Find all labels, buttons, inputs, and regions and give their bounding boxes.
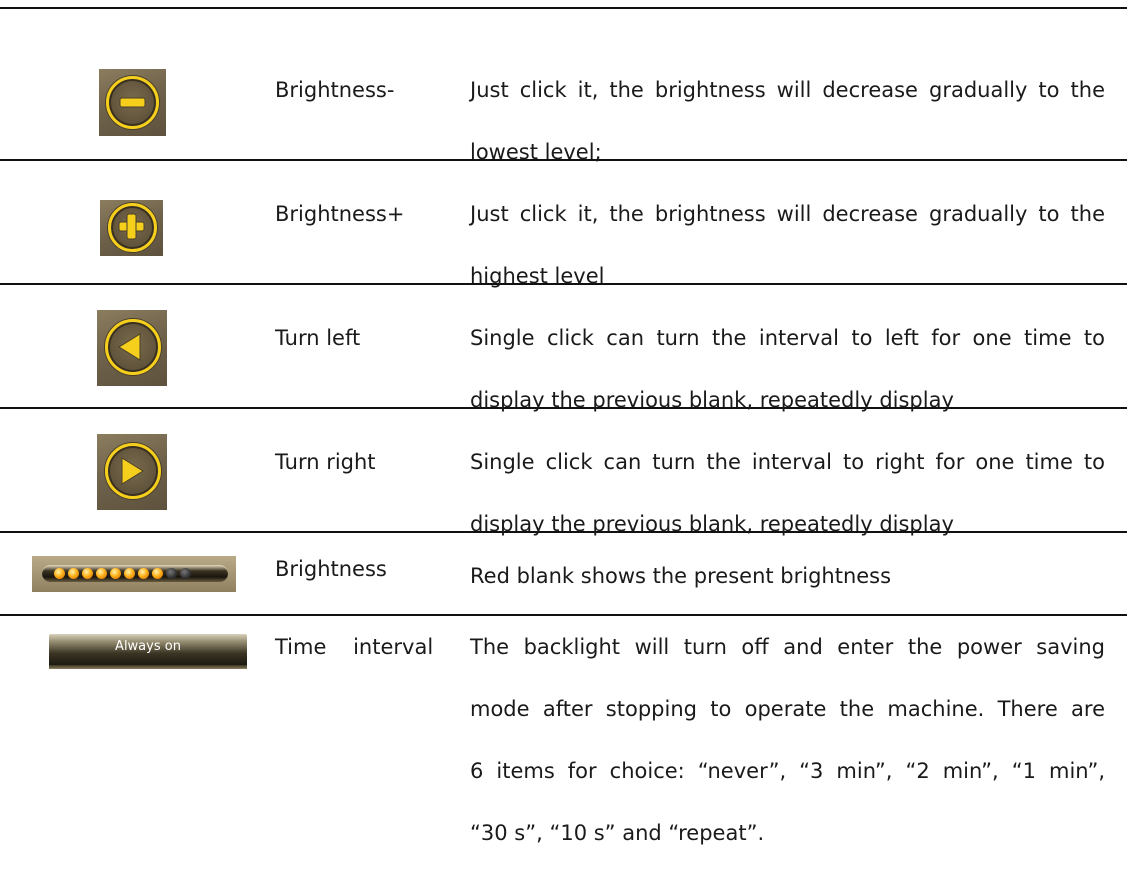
function-description: Single click can turn the interval to le… bbox=[470, 322, 1105, 446]
description-line: Single click can turn the interval to le… bbox=[470, 326, 1105, 350]
description-line: highest level bbox=[470, 264, 605, 288]
description-line: mode after stopping to operate the machi… bbox=[470, 697, 1105, 721]
function-name: Turn right bbox=[275, 450, 376, 474]
plus-circle-icon bbox=[100, 200, 163, 256]
function-name: Brightness bbox=[275, 557, 387, 581]
brightness-dot-lit bbox=[152, 568, 163, 579]
time-interval-bar: Always on bbox=[49, 634, 247, 669]
brightness-dot-lit bbox=[54, 568, 65, 579]
function-description: The backlight will turn off and enter th… bbox=[470, 631, 1105, 879]
description-line: Just click it, the brightness will decre… bbox=[470, 78, 1105, 102]
brightness-dot-off bbox=[166, 568, 177, 579]
brightness-dot-lit bbox=[96, 568, 107, 579]
brightness-dot-lit bbox=[82, 568, 93, 579]
table-top-rule bbox=[0, 7, 1127, 9]
description-line: Single click can turn the interval to ri… bbox=[470, 450, 1105, 474]
description-line: Red blank shows the present brightness bbox=[470, 564, 892, 588]
description-line: display the previous blank, repeatedly d… bbox=[470, 512, 954, 536]
function-description: Single click can turn the interval to ri… bbox=[470, 446, 1105, 570]
function-description: Just click it, the brightness will decre… bbox=[470, 198, 1105, 322]
brightness-dot-lit bbox=[68, 568, 79, 579]
description-line: Just click it, the brightness will decre… bbox=[470, 202, 1105, 226]
description-line: display the previous blank, repeatedly d… bbox=[470, 388, 954, 412]
description-line: 6 items for choice: “never”, “3 min”, “2… bbox=[470, 759, 1105, 783]
function-name: Turn left bbox=[275, 326, 361, 350]
always-on-label: Always on bbox=[115, 639, 181, 654]
brightness-dot-lit bbox=[124, 568, 135, 579]
description-line: “30 s”, “10 s” and “repeat”. bbox=[470, 821, 765, 845]
function-description: Just click it, the brightness will decre… bbox=[470, 74, 1105, 198]
function-name: Time interval bbox=[275, 635, 434, 659]
brightness-dot-off bbox=[180, 568, 191, 579]
brightness-level-bar bbox=[32, 556, 236, 592]
turn-left-icon bbox=[97, 310, 167, 386]
description-line: The backlight will turn off and enter th… bbox=[470, 635, 1105, 659]
brightness-dot-lit bbox=[138, 568, 149, 579]
turn-right-icon bbox=[97, 434, 167, 510]
minus-circle-icon bbox=[99, 69, 166, 136]
description-line: lowest level; bbox=[470, 140, 602, 164]
function-name: Brightness+ bbox=[275, 202, 405, 226]
brightness-dot-lit bbox=[110, 568, 121, 579]
function-description: Red blank shows the present brightness bbox=[470, 560, 1105, 622]
function-name: Brightness- bbox=[275, 78, 395, 102]
